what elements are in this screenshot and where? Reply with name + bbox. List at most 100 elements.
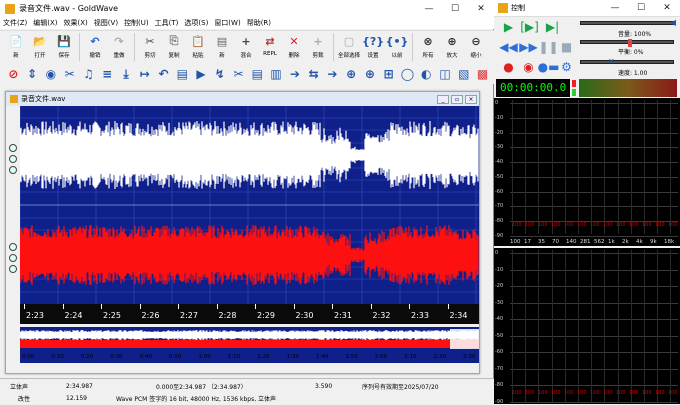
effect-tool-icon[interactable]: ✂ [231,66,246,83]
effect-tool-icon[interactable]: ◯ [400,66,415,83]
channel-toggle-icon[interactable] [9,254,17,262]
waveform-graph[interactable] [20,106,479,304]
toolbar-button[interactable]: 📋 粘贴 [186,31,210,63]
toolbar-button[interactable]: ✂ 剪切 [138,31,162,63]
menu-item[interactable]: 编辑(X) [33,18,57,28]
effect-tool-icon[interactable]: ↶ [156,66,171,83]
toolbar-button[interactable]: ✕ 删除 [282,31,306,63]
play-selection-icon[interactable]: [▶] [520,19,539,34]
effect-tool-icon[interactable]: ⊕ [344,66,359,83]
effect-tool-icon[interactable]: ⇆ [306,66,321,83]
record-selection-icon[interactable]: ◉ [520,59,537,74]
time-ruler[interactable]: 2:23 2:24 2:25 2:26 2:27 2:28 2:29 2:30 2:31 2:32… [20,304,479,324]
toolbar-button[interactable]: {•} 以前 [385,31,409,63]
toolbar-label: 新 [13,53,19,59]
toolbar-icon: ↶ [90,34,100,48]
fast-forward-icon[interactable]: ▶▶ [519,39,537,54]
menu-item[interactable]: 选项(S) [184,18,208,28]
effect-tool-icon[interactable]: ≡ [100,66,115,83]
effect-tool-icon[interactable]: ⊞ [381,66,396,83]
spectrum-x-label: 17 [524,239,531,245]
toolbar-icon: + [313,34,323,48]
effect-tool-icon[interactable]: ⊘ [6,66,21,83]
effect-tool-icon[interactable]: ↯ [212,66,227,83]
toolbar-button[interactable]: 📂 打开 [28,31,52,63]
toolbar-button[interactable]: ▤ 新 [210,31,234,63]
channel-toggle-icon[interactable] [9,155,17,163]
speed-slider[interactable] [580,60,674,64]
effect-tool-icon[interactable]: ➔ [287,66,302,83]
control-minimize-button[interactable]: — [602,0,628,17]
channel-toggle-icon[interactable] [9,144,17,152]
spectrum-gridline [510,401,678,403]
control-close-button[interactable]: ✕ [654,0,680,17]
stop-icon[interactable]: ■ [558,39,575,54]
toolbar-button[interactable]: ⊗ 所有 [416,31,440,63]
effect-tool-icon[interactable]: ♫ [81,66,96,83]
waveform-area[interactable] [20,106,479,304]
effect-tool-icon[interactable]: ▩ [475,66,490,83]
effect-tool-icon[interactable]: ⤓ [119,66,134,83]
play-icon[interactable]: ▶ [500,19,517,34]
toolbar-button[interactable]: ⊖ 缩小 [464,31,488,63]
effect-tool-icon[interactable]: ▤ [250,66,265,83]
toolbar-button[interactable]: 📄 新 [4,31,28,63]
spectrum-vline [525,250,527,402]
toolbar-button[interactable]: ▢ 全部选择 [337,31,361,63]
effect-tool-icon[interactable]: ▶ [194,66,209,83]
effect-tool-icon[interactable]: ✂ [62,66,77,83]
status-channel: 立体声 [10,383,29,391]
doc-minimize-button[interactable]: _ [437,94,449,104]
rewind-icon[interactable]: ◀◀ [499,39,517,54]
menu-item[interactable]: 视图(V) [94,18,118,28]
play-to-end-icon[interactable]: ▶| [544,19,561,34]
effect-tool-icon[interactable]: ⊕ [363,66,378,83]
menu-item[interactable]: 帮助(R) [247,18,271,28]
channel-toggle-icon[interactable] [9,243,17,251]
toolbar-button[interactable]: + 剪裁 [306,31,330,63]
menu-item[interactable]: 控制(U) [124,18,149,28]
spectrum-x-label: 18k [664,239,675,245]
channel-toggle-icon[interactable] [9,265,17,273]
toolbar-button[interactable]: ⇄ REPL [258,31,282,63]
toolbar-button[interactable]: 💾 保存 [52,31,76,63]
effect-tool-icon[interactable]: ➔ [325,66,340,83]
effect-tool-icon[interactable]: ◫ [438,66,453,83]
toolbar-button[interactable]: ↶ 撤销 [83,31,107,63]
doc-restore-button[interactable]: ▫ [451,94,463,104]
volume-slider[interactable] [580,21,674,25]
menu-item[interactable]: 工具(T) [155,18,179,28]
close-button[interactable]: ✕ [468,0,494,17]
effect-tool-icon[interactable]: ▤ [175,66,190,83]
effect-tool-icon[interactable]: ▧ [456,66,471,83]
toolbar-icon: ✂ [145,34,155,48]
balance-slider[interactable] [580,40,674,44]
effect-tool-icon[interactable]: ◐ [419,66,434,83]
menu-item[interactable]: 文件(Z) [3,18,27,28]
status-size: 12.159 [66,394,87,402]
record-new-icon[interactable]: ●▬ [538,59,560,74]
speed-thumb[interactable]: ✕ [608,57,615,66]
minimize-button[interactable]: — [416,0,442,17]
toolbar-button[interactable]: ↷ 重做 [107,31,131,63]
effect-tool-icon[interactable]: ⇕ [25,66,40,83]
effect-tool-icon[interactable]: ↦ [137,66,152,83]
settings-icon[interactable]: ⚙ [558,59,575,74]
effect-tool-icon[interactable]: ▥ [269,66,284,83]
channel-toggle-icon[interactable] [9,166,17,174]
menu-item[interactable]: 效果(X) [64,18,88,28]
overview-bar[interactable]: 0:00 0:10 0:20 0:30 0:40 0:50 1:00 1:10 1:20 1:30… [20,327,479,363]
balance-thumb[interactable] [628,39,632,47]
toolbar-button[interactable]: ⊕ 放大 [440,31,464,63]
effect-tool-icon[interactable]: ◉ [44,66,59,83]
toolbar-button[interactable]: ⎘ 复制 [162,31,186,63]
maximize-button[interactable]: ☐ [442,0,468,17]
pause-icon[interactable]: ❚❚ [538,39,558,54]
toolbar-button[interactable]: + 混合 [234,31,258,63]
doc-close-button[interactable]: × [465,94,477,104]
spectrum-y-label: -50 [495,173,504,180]
menu-item[interactable]: 窗口(W) [214,18,240,28]
control-maximize-button[interactable]: ☐ [628,0,654,17]
record-icon[interactable]: ● [500,59,517,74]
toolbar-button[interactable]: {?} 设置 [361,31,385,63]
